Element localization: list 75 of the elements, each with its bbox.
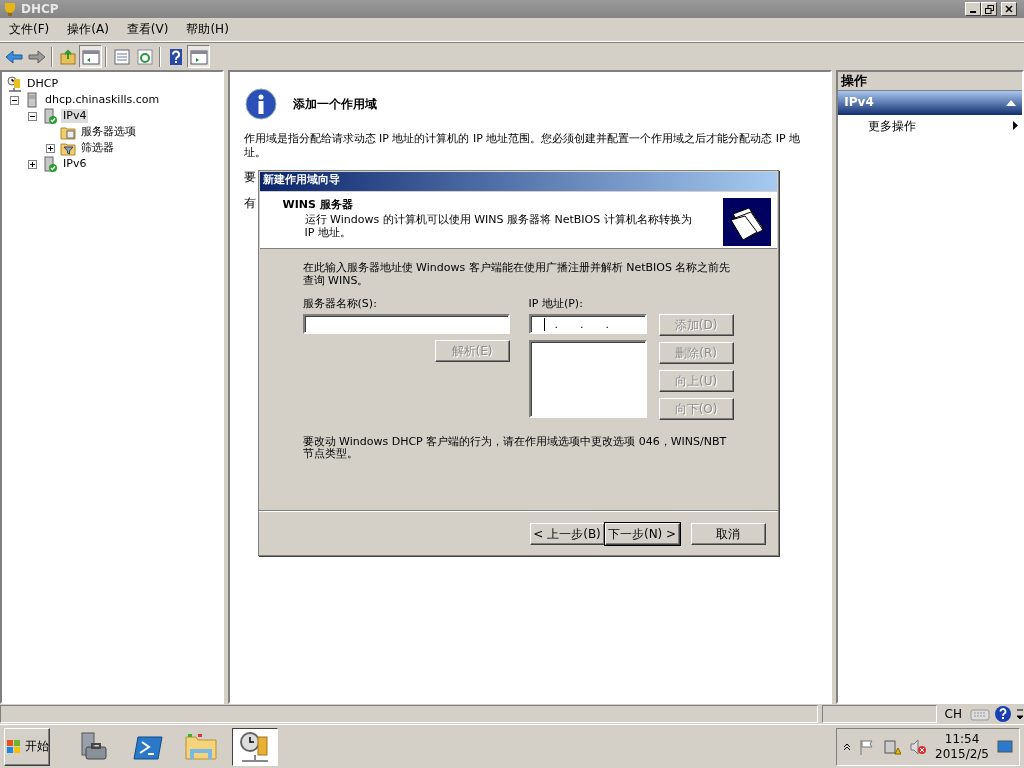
- menu-item[interactable]: 查看(V): [117, 19, 178, 40]
- tree-item[interactable]: 筛选器: [79, 141, 116, 155]
- covered-text: 有: [243, 196, 256, 211]
- ip-separator: .: [605, 317, 610, 331]
- chevron-up-icon[interactable]: [843, 742, 852, 751]
- show-desktop-icon[interactable]: [997, 739, 1013, 754]
- page-title: WINS 服务器: [282, 198, 354, 212]
- help-icon[interactable]: [994, 705, 1012, 723]
- note-text: 要改动 Windows DHCP 客户端的行为，请在作用域选项中更改选项 046，WINS/NBT 节点类型。: [302, 436, 728, 460]
- server-icon: [24, 92, 40, 108]
- wizard-button[interactable]: 取消: [690, 523, 766, 545]
- section-title: IPv4: [844, 95, 874, 110]
- covered-text: 要: [243, 170, 256, 185]
- window-title: DHCP: [21, 1, 60, 17]
- forward-arrow-icon: [27, 48, 46, 65]
- ip-address-field[interactable]: . . .: [528, 314, 647, 335]
- info-icon: [244, 88, 277, 120]
- description: 作用域是指分配给请求动态 IP 地址的计算机的 IP 地址范围。您必须创建并配置一个作用域之后才能分配动态 IP 地址。: [242, 131, 802, 160]
- folder-options-icon: [60, 124, 76, 140]
- clock-time[interactable]: 11:54: [935, 731, 989, 747]
- clock-date[interactable]: 2015/2/5: [935, 746, 989, 762]
- menu-item[interactable]: 文件(F): [0, 19, 59, 40]
- filter-folder-icon: [60, 140, 76, 156]
- maximize-button[interactable]: [981, 2, 997, 16]
- wizard-button[interactable]: < 上一步(B): [529, 523, 605, 545]
- action-item[interactable]: 更多操作: [868, 118, 917, 133]
- language-indicator[interactable]: CH: [940, 706, 966, 722]
- start-button[interactable]: 开始: [4, 727, 50, 766]
- heading: 添加一个作用域: [292, 96, 377, 112]
- folder-up-icon: [58, 48, 77, 65]
- collapse-icon[interactable]: [28, 111, 37, 121]
- restore-icon: [984, 4, 994, 14]
- pane-icon: [189, 48, 208, 65]
- tree-item[interactable]: 服务器选项: [79, 125, 138, 139]
- flag-icon[interactable]: [859, 738, 876, 755]
- field-label: 服务器名称(S):: [302, 297, 378, 311]
- close-icon: [1005, 5, 1013, 13]
- back-arrow-icon: [4, 48, 23, 65]
- options-arrow-icon[interactable]: [1016, 707, 1024, 721]
- folders-icon: [722, 198, 771, 246]
- ip-separator: .: [554, 317, 559, 331]
- pane-icon: [81, 48, 100, 65]
- minimize-button[interactable]: [965, 2, 981, 16]
- ip-separator: .: [580, 317, 584, 331]
- server-list[interactable]: [528, 340, 647, 419]
- clock-stand-icon: [6, 76, 22, 92]
- collapse-icon[interactable]: [10, 95, 19, 105]
- tree-item[interactable]: IPv6: [61, 157, 89, 171]
- taskbar-button[interactable]: [232, 727, 278, 766]
- actions-section-header[interactable]: IPv4: [838, 90, 1022, 115]
- list-icon: [112, 48, 131, 65]
- page-subtitle: 运行 Windows 的计算机可以使用 WINS 服务器将 NetBIOS 计算机名称转换为 IP 地址。: [303, 213, 693, 240]
- speaker-muted-icon[interactable]: [909, 738, 928, 755]
- wizard-button[interactable]: 下一步(N) >: [604, 523, 680, 545]
- field-label: IP 地址(P):: [528, 297, 584, 311]
- menu-item[interactable]: 操作(A): [58, 19, 118, 40]
- refresh-icon: [135, 48, 154, 65]
- action-pane-button[interactable]: [187, 45, 210, 68]
- windows-flag-icon: [7, 739, 21, 754]
- tree-item[interactable]: dhcp.chinaskills.com: [43, 93, 162, 107]
- server-check-icon: [42, 108, 58, 124]
- tree-item[interactable]: DHCP: [25, 77, 61, 91]
- actions-header: 操作: [838, 72, 1022, 91]
- expand-icon[interactable]: [46, 143, 55, 153]
- menu-item[interactable]: 帮助(H): [177, 19, 238, 40]
- collapse-icon: [1006, 99, 1016, 106]
- close-button[interactable]: [1001, 2, 1017, 16]
- dialog-title: 新建作用域向导: [259, 172, 777, 191]
- instructions: 在此输入服务器地址使 Windows 客户端能在使用广播注册并解析 NetBIOS 名称之前先查询 WINS。: [302, 261, 732, 287]
- console-tree-button[interactable]: [79, 45, 102, 68]
- expand-icon[interactable]: [28, 159, 37, 169]
- server-name-field[interactable]: [302, 314, 510, 335]
- network-warning-icon[interactable]: [883, 738, 902, 755]
- server-check-icon: [42, 156, 58, 172]
- tree-item[interactable]: IPv4: [61, 109, 89, 123]
